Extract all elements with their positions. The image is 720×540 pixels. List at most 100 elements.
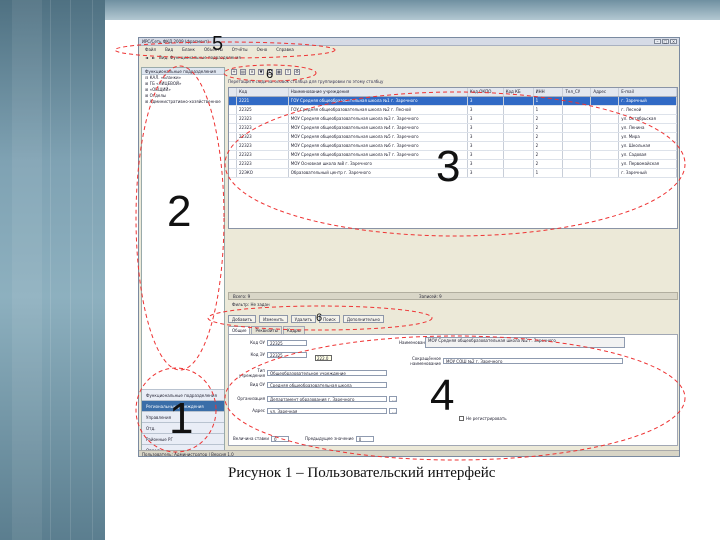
table-cell: ул. Октябрьская [619, 115, 677, 123]
form-field[interactable]: 22325 [267, 339, 307, 346]
form-field[interactable]: ул. Заречная [267, 407, 387, 414]
minimize-icon[interactable]: – [654, 39, 661, 44]
table-cell: 3 [468, 169, 504, 177]
open-icon[interactable]: ▤ [240, 69, 246, 75]
action-button[interactable]: Изменить [259, 314, 288, 323]
table-cell [504, 169, 534, 177]
lookup-button[interactable]: … [389, 395, 397, 402]
prev-value-field[interactable]: 0 [355, 435, 374, 442]
menu-item[interactable]: Вид [165, 47, 173, 52]
table-cell: 3 [468, 133, 504, 141]
form-field[interactable]: Общеобразовательное учреждение [267, 369, 387, 376]
table-cell [504, 133, 534, 141]
form-label: Организация [237, 396, 265, 401]
forward-icon[interactable]: ► [152, 55, 155, 60]
settings-icon[interactable]: ⚙ [294, 69, 300, 75]
annotation-number-3: 3 [436, 142, 461, 191]
table-cell: 3 [468, 115, 504, 123]
table-cell: 2 [534, 124, 564, 132]
name-field[interactable]: МОУ Средняя общеобразовательная школа №2… [425, 337, 625, 348]
grid-summary-bar: Всего: 9 Записей: 9 [228, 292, 678, 300]
form-row: Код ОУ 22325 [233, 339, 307, 346]
table-row[interactable]: 22323 МОУ Средняя общеобразовательная шко… [229, 133, 677, 142]
table-cell: 22ЭКО [237, 169, 289, 177]
table-cell: 22323 [237, 142, 289, 150]
table-cell: МОУ Средняя общеобразовательная школа №4… [289, 124, 468, 132]
column-header[interactable]: Адрес [591, 88, 620, 96]
table-row[interactable]: 2221 ГОУ Средняя общеобразовательная школ… [229, 97, 677, 106]
export-icon[interactable]: ⇪ [285, 69, 291, 75]
maximize-icon[interactable]: □ [662, 39, 669, 44]
table-cell [229, 160, 237, 168]
table-cell: ул. Мира [619, 133, 677, 141]
menu-item[interactable]: Окно [257, 47, 268, 52]
table-cell: 3 [468, 160, 504, 168]
table-cell [591, 160, 620, 168]
action-button[interactable]: Дополнительно [342, 314, 384, 323]
table-row[interactable]: 22325 ГОУ Средняя общеобразовательная шко… [229, 106, 677, 115]
column-header[interactable]: Код КБ [504, 88, 534, 96]
form-field[interactable]: Средняя общеобразовательная школа [267, 381, 387, 388]
menu-item[interactable]: Бланк [182, 47, 195, 52]
filter-icon[interactable]: ▼ [258, 69, 264, 75]
grid-toolbar: + ▤ × ▼ ↻ ▦ ⇪ ⚙ [228, 67, 408, 77]
menu-item[interactable]: Отчёты [232, 47, 248, 52]
rate-field[interactable]: 0 [271, 435, 290, 442]
checkbox-label: Не регистрировать [466, 416, 507, 421]
table-cell [229, 142, 237, 150]
rate-label: Величина ставки [233, 436, 270, 441]
column-header[interactable] [229, 88, 237, 96]
tab[interactable]: Кадры [282, 326, 305, 334]
form-field[interactable]: Департамент образования г. Заречного [267, 395, 387, 402]
table-cell: 1 [534, 169, 564, 177]
table-cell [591, 133, 620, 141]
form-label: Код ЭУ [250, 352, 265, 357]
table-cell [229, 115, 237, 123]
figure-caption: Рисунок 1 – Пользовательский интерфейс [228, 465, 496, 481]
status-bar: Пользователь: Администратор | Версия 1.0 [139, 450, 679, 456]
action-button[interactable]: Поиск [319, 314, 340, 323]
new-icon[interactable]: + [231, 69, 237, 75]
grid-header: Код Наименование учреждения Код ОКПО Код КБ… [229, 88, 677, 97]
form-label: Код ОУ [250, 340, 265, 345]
column-header[interactable]: Тел_СУ [563, 88, 592, 96]
short-name-field[interactable]: МОУ СОШ №2 г. Заречного [443, 357, 623, 364]
form-row: Вид ОУ Средняя общеобразовательная школа [233, 381, 387, 388]
not-register-checkbox[interactable] [459, 416, 464, 421]
action-button[interactable]: Добавить [228, 314, 257, 323]
table-row[interactable]: 22323 МОУ Средняя общеобразовательная шко… [229, 124, 677, 133]
column-header[interactable]: Наименование учреждения [289, 88, 468, 96]
action-button[interactable]: Удалить [290, 314, 317, 323]
print-icon[interactable]: ▦ [276, 69, 282, 75]
tree-node[interactable]: ⊞ Административно-хозяйственное [142, 99, 224, 105]
table-cell: г. Лесной [619, 106, 677, 114]
table-cell: ГОУ Средняя общеобразовательная школа №1… [289, 97, 468, 105]
delete-icon[interactable]: × [249, 69, 255, 75]
menu-item[interactable]: Справка [276, 47, 294, 52]
close-icon[interactable]: × [670, 39, 677, 44]
menu-item[interactable]: Файл [145, 47, 156, 52]
table-cell [591, 115, 620, 123]
table-cell [504, 97, 534, 105]
form-label: Вид ОУ [250, 382, 265, 387]
table-cell: г. Заречный [619, 97, 677, 105]
tab[interactable]: Реквизиты [251, 326, 282, 334]
table-cell [563, 124, 592, 132]
tab[interactable]: Общие [228, 326, 251, 334]
column-header[interactable]: ИНН [534, 88, 564, 96]
form-row: Код ЭУ 22325 [233, 351, 307, 358]
column-header[interactable]: Код ОКПО [468, 88, 504, 96]
table-cell: 3 [468, 124, 504, 132]
grid-summary-right: Записей: 9 [419, 294, 442, 299]
decoration-stripe [50, 0, 51, 540]
form-field[interactable]: 22325 [267, 351, 307, 358]
table-row[interactable]: 22323 МОУ Средняя общеобразовательная шко… [229, 115, 677, 124]
table-cell [563, 133, 592, 141]
form-label: Адрес [252, 408, 265, 413]
back-icon[interactable]: ◄ [145, 55, 148, 60]
lookup-button[interactable]: … [389, 407, 397, 414]
annotation-number-1: 1 [169, 394, 194, 443]
table-cell [563, 115, 592, 123]
column-header[interactable]: Код [237, 88, 289, 96]
column-header[interactable]: E-mail [619, 88, 677, 96]
